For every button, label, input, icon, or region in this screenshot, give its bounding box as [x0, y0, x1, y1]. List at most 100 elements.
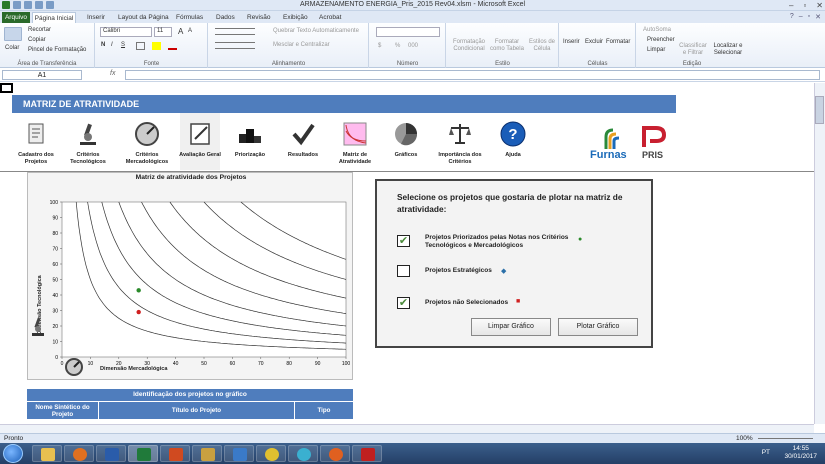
nav-bar: Cadastro dos Projetos Critérios Tecnológ… [12, 113, 676, 170]
taskbar-outlook[interactable] [224, 445, 254, 462]
number-format-select[interactable] [376, 27, 440, 37]
cell-styles-button[interactable]: Estilos de Célula [527, 29, 557, 53]
sort-filter-button[interactable]: Classificar e Filtrar [677, 43, 709, 57]
clear-chart-button[interactable]: Limpar Gráfico [471, 318, 551, 336]
italic-button[interactable]: I [111, 42, 113, 48]
fx-button[interactable]: fx [110, 70, 115, 77]
align-horizontal-icons[interactable] [215, 42, 255, 49]
gauge-icon [135, 122, 159, 146]
taskbar-excel[interactable] [128, 445, 158, 462]
tab-view[interactable]: Exibição [283, 12, 308, 23]
checkbox-prioritized[interactable]: ✔ [397, 235, 410, 247]
taskbar-media[interactable] [64, 445, 94, 462]
taskbar: PT 14:55 30/01/2017 [0, 443, 825, 464]
taskbar-explorer[interactable] [32, 445, 62, 462]
formula-bar: A1 fx [0, 69, 825, 82]
nav-label: Avaliação Geral [179, 152, 221, 158]
taskbar-firefox[interactable] [320, 445, 350, 462]
insert-button[interactable]: Inserir [563, 39, 580, 45]
selected-cell[interactable] [0, 83, 13, 93]
nav-priorizacao[interactable]: Priorização [230, 113, 270, 170]
cut-button[interactable]: Recortar [28, 27, 51, 33]
taskbar-powerpoint[interactable] [160, 445, 190, 462]
minimize-icon[interactable]: – [789, 1, 793, 10]
tab-home[interactable]: Página Inicial [32, 12, 76, 23]
underline-button[interactable]: S [121, 42, 125, 48]
restore-icon[interactable]: ▫ [808, 13, 810, 21]
grow-font-button[interactable]: A [178, 27, 183, 36]
taskbar-project[interactable] [192, 445, 222, 462]
taskbar-word[interactable] [96, 445, 126, 462]
option-prioritized-label: Projetos Priorizados pelas Notas nos Cri… [425, 234, 569, 249]
zoom-slider[interactable] [758, 438, 813, 439]
borders-icon[interactable] [136, 42, 145, 50]
y-tick-label: 90 [52, 215, 58, 221]
delete-button[interactable]: Excluir [585, 39, 603, 45]
checkbox-not-selected[interactable]: ✔ [397, 297, 410, 309]
nav-matriz-atratividade[interactable]: Matriz de Atratividade [334, 113, 376, 170]
find-select-button[interactable]: Localizar e Selecionar [711, 43, 745, 57]
autosum-button[interactable]: AutoSoma [643, 27, 671, 33]
help-icon[interactable]: ? [790, 13, 794, 21]
taskbar-chrome[interactable] [256, 445, 286, 462]
horizontal-scrollbar[interactable] [0, 424, 814, 433]
currency-button[interactable]: $ [378, 43, 381, 49]
conditional-format-button[interactable]: Formatação Condicional [451, 29, 487, 53]
taskbar-app[interactable] [288, 445, 318, 462]
minimize-ribbon-icon[interactable]: – [799, 13, 803, 21]
tab-review[interactable]: Revisão [247, 12, 270, 23]
font-color-icon[interactable] [168, 42, 177, 50]
font-size-select[interactable]: 11 [154, 27, 172, 37]
thousands-button[interactable]: 000 [408, 43, 418, 49]
bold-button[interactable]: N [101, 42, 105, 48]
tab-acrobat[interactable]: Acrobat [319, 12, 341, 23]
paste-button[interactable]: Colar [5, 45, 19, 51]
format-table-button[interactable]: Formatar como Tabela [489, 29, 525, 53]
nav-resultados[interactable]: Resultados [282, 113, 324, 170]
taskbar-acrobat[interactable] [352, 445, 382, 462]
nav-cadastro[interactable]: Cadastro dos Projetos [14, 113, 58, 170]
y-tick-label: 30 [52, 308, 58, 314]
furnas-logo-mark [604, 128, 620, 149]
clear-button[interactable]: Limpar [647, 47, 665, 53]
format-painter-button[interactable]: Pincel de Formatação [28, 47, 86, 53]
tab-page-layout[interactable]: Layout da Página [118, 12, 169, 23]
vertical-scroll-thumb[interactable] [815, 96, 824, 124]
wrap-text-button[interactable]: Quebrar Texto Automaticamente [273, 28, 359, 34]
plot-chart-button[interactable]: Plotar Gráfico [558, 318, 638, 336]
tab-data[interactable]: Dados [216, 12, 235, 23]
fill-button[interactable]: Preencher [647, 37, 675, 43]
nav-importancia-criterios[interactable]: Importância dos Critérios [436, 113, 484, 170]
merge-center-button[interactable]: Mesclar e Centralizar [273, 42, 330, 48]
close-workbook-icon[interactable]: ✕ [815, 13, 821, 21]
tab-insert[interactable]: Inserir [87, 12, 105, 23]
name-box[interactable]: A1 [2, 70, 82, 80]
paste-icon[interactable] [4, 27, 22, 41]
checkmark-icon [292, 123, 315, 146]
nav-graficos[interactable]: Gráficos [386, 113, 426, 170]
copy-button[interactable]: Copiar [28, 37, 46, 43]
format-button[interactable]: Formatar [606, 39, 630, 45]
percent-button[interactable]: % [395, 43, 400, 49]
font-name-select[interactable]: Calibri [100, 27, 152, 37]
formula-input[interactable] [125, 70, 820, 80]
maximize-icon[interactable]: ▫ [803, 1, 806, 10]
shrink-font-button[interactable]: A [188, 28, 192, 34]
language-indicator[interactable]: PT [762, 449, 770, 456]
close-icon[interactable]: ✕ [816, 1, 823, 10]
checkbox-strategic[interactable] [397, 265, 410, 277]
zoom-level: 100% [736, 435, 753, 442]
nav-criterios-tecnologicos[interactable]: Critérios Tecnológicos [66, 113, 110, 170]
nav-criterios-mercadologicos[interactable]: Critérios Mercadológicos [122, 113, 172, 170]
vertical-scrollbar[interactable] [814, 83, 825, 424]
chrome-icon [265, 448, 279, 461]
tab-file[interactable]: Arquivo [2, 12, 30, 23]
start-button[interactable] [3, 444, 23, 463]
align-top-icons[interactable] [215, 28, 255, 35]
tab-formulas[interactable]: Fórmulas [176, 12, 203, 23]
attractiveness-chart[interactable]: Matriz de atratividade dos Projetos 0 10 2… [27, 172, 353, 380]
fill-color-icon[interactable] [152, 42, 161, 50]
nav-ajuda[interactable]: ? Ajuda [494, 113, 532, 170]
help-icon: ? [500, 121, 526, 147]
nav-avaliacao-geral[interactable]: Avaliação Geral [179, 113, 221, 170]
